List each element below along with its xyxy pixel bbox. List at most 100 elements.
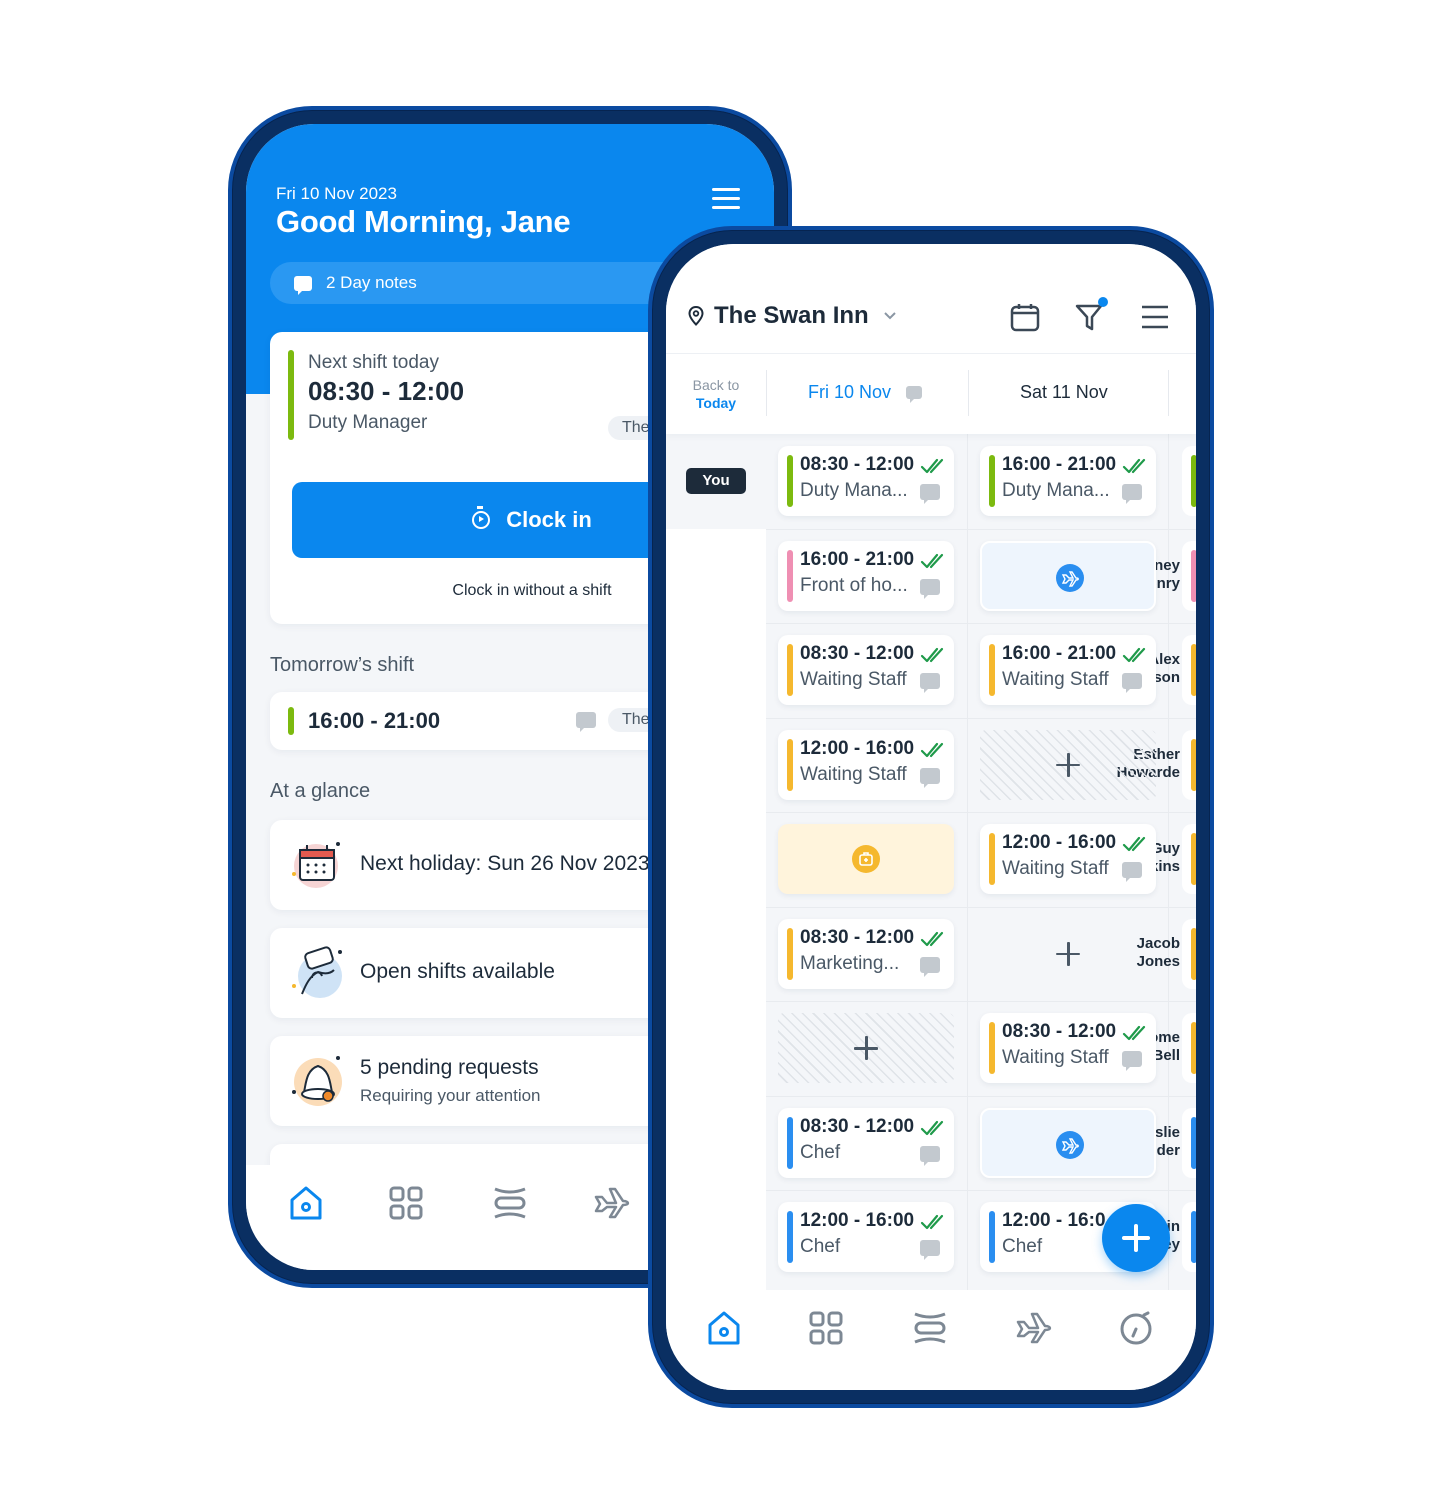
shift-card[interactable]: 12:00 - 16:00 Waiting Staff <box>980 824 1156 894</box>
schedule-header: The Swan Inn <box>666 244 1196 354</box>
divider <box>766 528 1196 530</box>
note-icon <box>1122 1051 1142 1071</box>
shift-card[interactable]: 08:30 - 12:00 Duty Mana... <box>778 446 954 516</box>
note-icon <box>920 673 940 693</box>
note-icon <box>920 956 940 977</box>
shift-time: 08:30 - 12:00 <box>800 643 915 664</box>
shift-card[interactable]: 16:00 - 21:00 Duty Mana... <box>980 446 1156 516</box>
menu-icon[interactable] <box>1140 304 1170 330</box>
calendar-icon[interactable] <box>1010 302 1040 332</box>
next-shift-time: 08:30 - 12:00 <box>308 376 465 406</box>
shift-time: 12:00 - 16:00 <box>1002 832 1117 853</box>
role-color-bar <box>1191 1116 1196 1169</box>
confirmed-check-icon <box>1122 1025 1146 1041</box>
confirmed-check-icon <box>1122 458 1146 474</box>
holiday-calendar-illustration <box>292 842 340 888</box>
unavailable-cell[interactable] <box>980 729 1156 800</box>
next-day-shift-card[interactable] <box>1182 729 1196 800</box>
open-shifts-illustration <box>292 946 342 998</box>
medical-kit-icon <box>852 845 880 873</box>
sick-leave-cell[interactable] <box>778 824 954 894</box>
at-a-glance-title: At a glance <box>270 780 371 802</box>
dashboard-grid-icon[interactable] <box>386 1183 426 1223</box>
holiday-cell[interactable] <box>980 1107 1156 1178</box>
menu-icon[interactable] <box>712 188 740 210</box>
role-color-bar <box>1191 1211 1196 1263</box>
shift-role: Duty Mana... <box>1002 480 1110 501</box>
home-icon[interactable] <box>704 1308 744 1348</box>
shift-time: 16:00 - 21:00 <box>1002 643 1117 664</box>
day-column-header[interactable]: Sat 11 Nov <box>1020 382 1108 403</box>
confirmed-check-icon <box>1122 647 1146 663</box>
divider <box>766 812 1196 813</box>
divider <box>766 623 1196 624</box>
note-icon <box>920 767 940 788</box>
bell-illustration <box>292 1056 342 1106</box>
filter-icon[interactable] <box>1074 296 1112 332</box>
schedule-icon[interactable] <box>910 1308 950 1348</box>
role-color-bar <box>787 927 793 980</box>
note-icon <box>920 1240 940 1260</box>
day-column-header[interactable]: Fri 10 Nov <box>808 382 923 403</box>
add-shift-button[interactable] <box>1102 1204 1170 1272</box>
timeclock-icon[interactable] <box>1116 1308 1156 1348</box>
shift-card[interactable]: 08:30 - 12:00 Marketing... <box>778 918 954 989</box>
role-color-bar <box>1191 644 1196 696</box>
shift-role: Front of ho... <box>800 574 908 596</box>
shift-card[interactable]: 16:00 - 21:00 Waiting Staff <box>980 635 1156 705</box>
back-to-today-button[interactable]: Back to Today <box>666 376 766 412</box>
divider <box>766 717 1196 719</box>
location-selector[interactable]: The Swan Inn <box>688 302 897 330</box>
shift-card[interactable]: 12:00 - 16:00 Chef <box>778 1202 954 1272</box>
chevron-down-icon <box>883 312 896 320</box>
dashboard-grid-icon[interactable] <box>806 1308 846 1348</box>
back-to-label: Back to <box>692 377 740 393</box>
next-day-shift-card[interactable] <box>1182 540 1196 611</box>
role-color-bar <box>787 549 793 602</box>
next-day-shift-card[interactable] <box>1182 918 1196 989</box>
next-day-shift-card[interactable] <box>1182 1013 1196 1083</box>
schedule-icon[interactable] <box>490 1183 530 1223</box>
shift-time: 08:30 - 12:00 <box>800 926 915 948</box>
divider <box>967 434 968 1298</box>
day-header-row: Back to Today Fri 10 Nov Sat 11 Nov <box>666 354 1196 434</box>
holiday-plane-icon <box>1056 563 1084 592</box>
home-icon[interactable] <box>286 1183 326 1223</box>
next-day-shift-card[interactable] <box>1182 824 1196 894</box>
note-icon <box>576 712 596 732</box>
role-color-bar <box>787 644 793 696</box>
shift-card[interactable]: 08:30 - 12:00 Chef <box>778 1107 954 1178</box>
shift-card[interactable]: 12:00 - 16:00 Waiting Staff <box>778 729 954 800</box>
add-shift-cell[interactable] <box>980 919 1156 989</box>
leave-plane-icon[interactable] <box>592 1183 632 1223</box>
divider <box>766 1095 1196 1097</box>
unavailable-cell[interactable] <box>778 1013 954 1083</box>
tomorrow-title: Tomorrow’s shift <box>270 654 415 676</box>
divider <box>766 370 767 416</box>
next-day-shift-card[interactable] <box>1182 446 1196 516</box>
note-icon <box>1122 862 1142 882</box>
leave-plane-icon[interactable] <box>1014 1308 1054 1348</box>
plus-icon <box>1056 941 1080 966</box>
note-icon <box>920 484 940 504</box>
role-color-bar <box>288 350 294 440</box>
stopwatch-icon <box>472 506 491 529</box>
shift-card[interactable]: 16:00 - 21:00 Front of ho... <box>778 540 954 611</box>
tomorrow-shift-time: 16:00 - 21:00 <box>308 708 441 733</box>
role-color-bar <box>787 455 793 507</box>
next-day-shift-card[interactable] <box>1182 635 1196 705</box>
shift-card[interactable]: 08:30 - 12:00 Waiting Staff <box>778 635 954 705</box>
shift-role: Chef <box>800 1141 841 1163</box>
role-color-bar <box>1191 455 1196 507</box>
role-color-bar <box>787 1211 793 1263</box>
next-day-shift-card[interactable] <box>1182 1107 1196 1178</box>
holiday-cell[interactable] <box>980 540 1156 611</box>
role-color-bar <box>989 644 995 696</box>
next-day-shift-card[interactable] <box>1182 1202 1196 1272</box>
note-icon <box>906 386 923 403</box>
confirmed-check-icon <box>920 553 944 568</box>
shift-card[interactable]: 08:30 - 12:00 Waiting Staff <box>980 1013 1156 1083</box>
shift-time: 16:00 - 21:00 <box>800 548 915 570</box>
shift-time: 16:00 - 21:00 <box>1002 454 1117 475</box>
role-color-bar <box>1191 927 1196 980</box>
